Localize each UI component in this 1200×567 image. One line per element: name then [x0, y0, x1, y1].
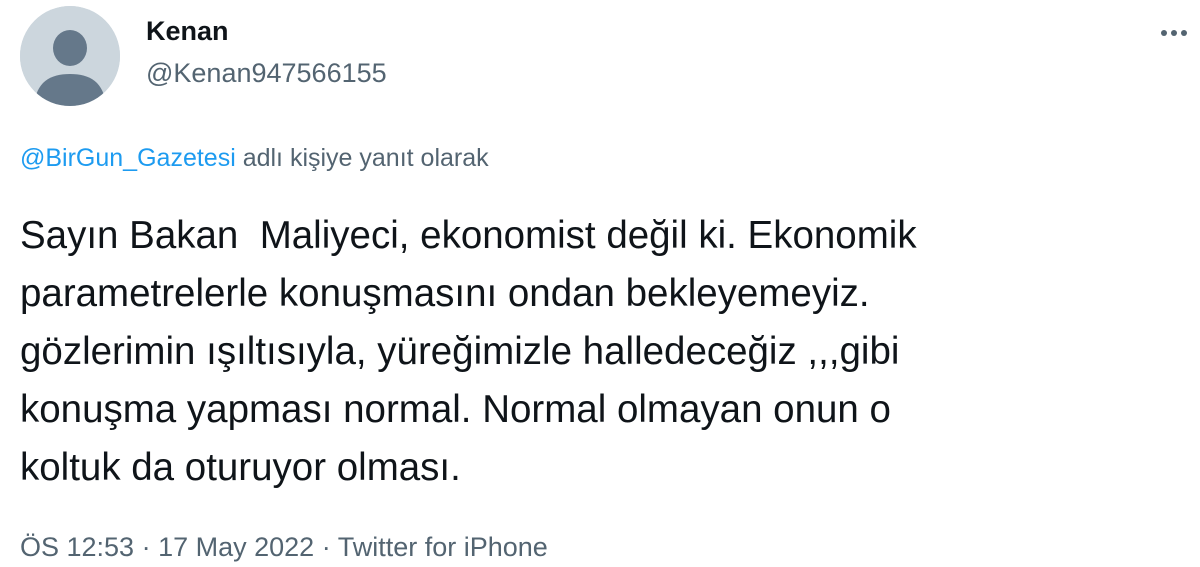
tweet-text: Sayın Bakan Maliyeci, ekonomist değil ki… — [20, 207, 1180, 497]
author-display-name[interactable]: Kenan — [146, 16, 229, 47]
meta-separator: · — [314, 532, 338, 562]
author-handle[interactable]: @Kenan947566155 — [146, 58, 387, 89]
tweet-date-link[interactable]: 17 May 2022 — [158, 532, 314, 562]
reply-context: @BirGun_Gazetesi adlı kişiye yanıt olara… — [20, 144, 489, 173]
reply-mention-link[interactable]: @BirGun_Gazetesi — [20, 144, 236, 172]
tweet-text-line: gözlerimin ışıltısıyla, yüreğimizle hall… — [20, 330, 900, 373]
tweet-metadata: ÖS 12:53 · 17 May 2022 · Twitter for iPh… — [20, 532, 548, 563]
tweet-source-link[interactable]: Twitter for iPhone — [338, 532, 548, 562]
tweet-card: Kenan @Kenan947566155 @BirGun_Gazetesi a… — [0, 0, 1200, 567]
tweet-text-line: parametrelerle konuşmasını ondan bekleye… — [20, 272, 870, 315]
meta-separator: · — [134, 532, 159, 562]
more-options-button[interactable] — [1148, 18, 1192, 50]
tweet-text-line: koltuk da oturuyor olması. — [20, 446, 461, 489]
tweet-time-link[interactable]: ÖS 12:53 — [20, 532, 134, 562]
tweet-text-line: Sayın Bakan Maliyeci, ekonomist değil ki… — [20, 214, 917, 257]
tweet-text-line: konuşma yapması normal. Normal olmayan o… — [20, 388, 891, 431]
reply-context-label: adlı kişiye yanıt olarak — [235, 144, 489, 172]
default-profile-silhouette-icon — [20, 6, 120, 106]
more-horizontal-icon — [1161, 30, 1187, 36]
avatar[interactable] — [20, 6, 120, 106]
